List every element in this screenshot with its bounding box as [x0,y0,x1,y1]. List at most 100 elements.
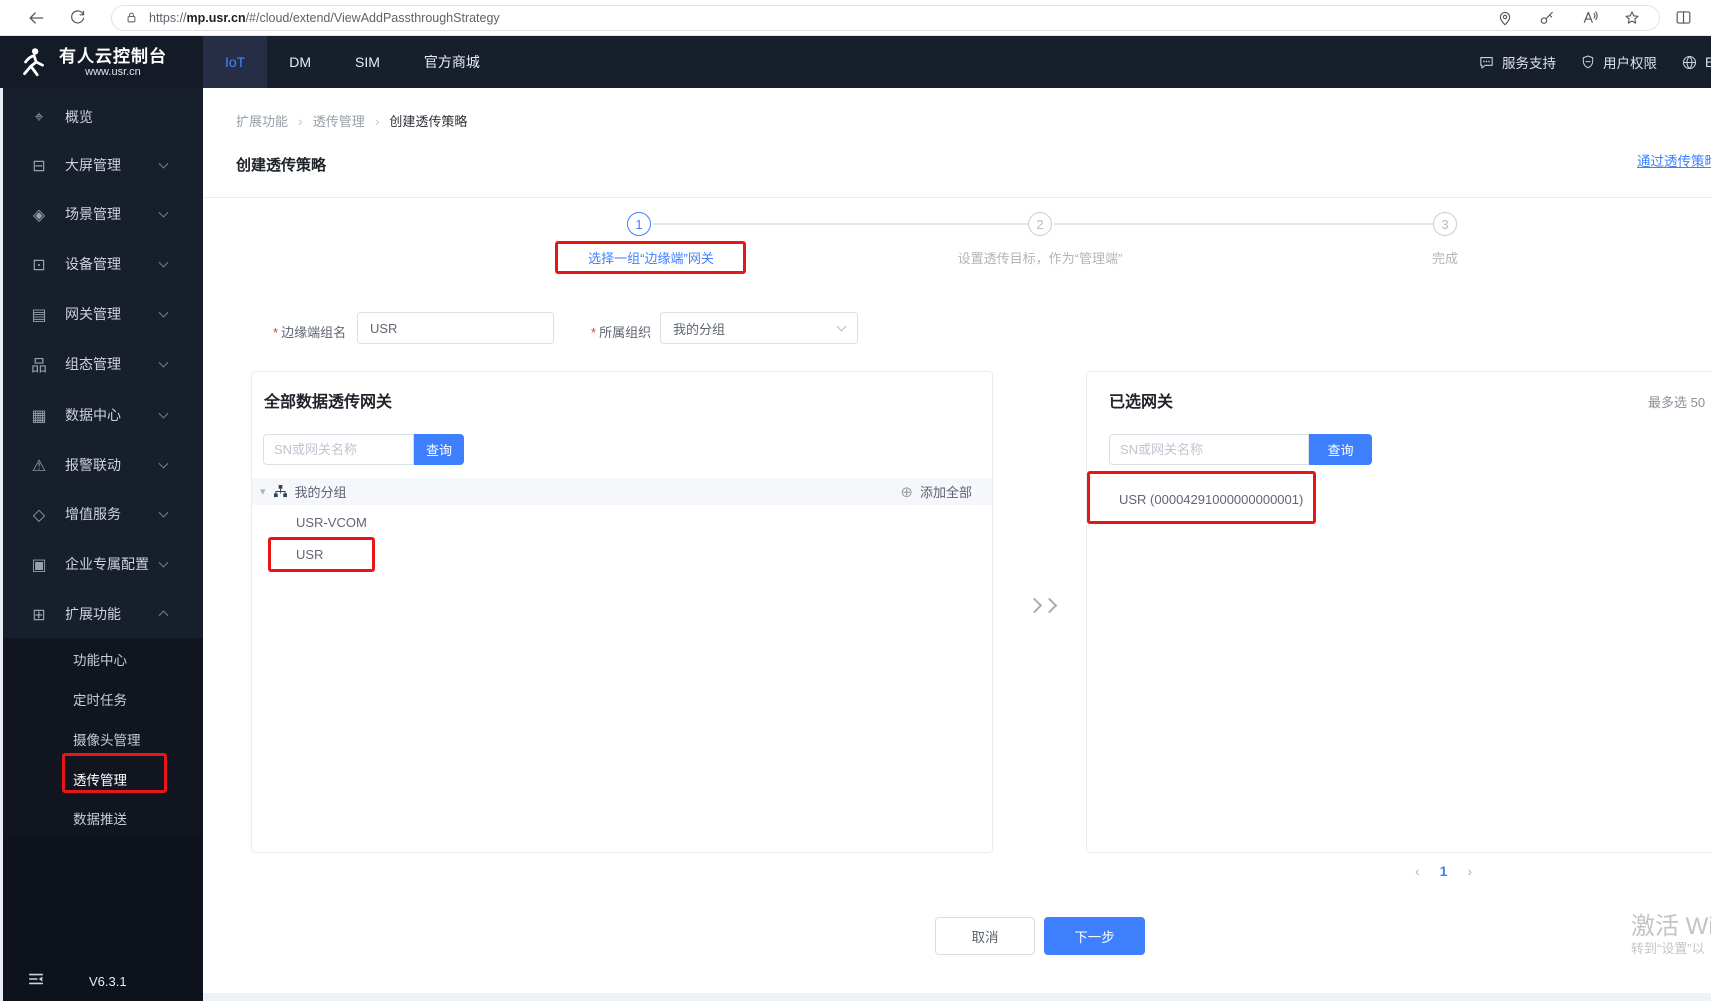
org-select[interactable]: 我的分组 [660,312,858,344]
chevron-down-icon [158,307,169,318]
back-icon[interactable] [26,8,46,28]
chevron-down-icon [158,507,169,518]
location-pin-icon[interactable] [1496,9,1514,27]
selected-gateways-panel: 已选网关 最多选 50 查询 USR (00004291000000000001… [1086,371,1711,853]
chevron-down-icon [158,158,169,169]
favorites-star-icon[interactable] [1623,9,1641,27]
submenu-item-passthrough[interactable]: 透传管理 [3,759,203,799]
step-1-label: 选择一组“边缘端”网关 [588,251,714,266]
gateway-item-usr-vcom[interactable]: USR-VCOM [296,515,367,530]
collapse-sidebar-icon[interactable] [27,971,45,987]
tab-sim[interactable]: SIM [333,36,402,88]
gateway-group-name: 我的分组 [294,485,347,500]
help-link[interactable]: 通过透传策略 [1637,150,1711,170]
scene-icon: ◈ [32,204,46,224]
edge-group-name-label: * 边缘端组名 [273,325,347,340]
org-label: * 所属组织 [591,325,652,340]
add-all-button[interactable]: ⊕ 添加全部 [900,478,972,505]
chevron-down-icon [158,257,169,268]
gateway-item-usr[interactable]: USR [296,547,323,562]
address-bar[interactable]: https://mp.usr.cn/#/cloud/extend/ViewAdd… [111,4,1660,31]
breadcrumb-current: 创建透传策略 [389,114,468,129]
tab-iot[interactable]: IoT [203,36,268,88]
gateway-group-row[interactable]: ▾ 我的分组 [252,478,992,505]
sidebar: ⌖ 概览 ⊟ 大屏管理 ◈ 场景管理 ⊡ 设备管理 ▤ 网关管理 品组态管理 ▦ 数据中心 … [0,88,203,1001]
pagination: ‹ 1 › [1415,863,1472,879]
breadcrumb-extend[interactable]: 扩展功能 [236,111,288,130]
read-aloud-icon[interactable] [1580,8,1599,27]
main-content: 扩展功能 › 透传管理 › 创建透传策略 创建透传策略 通过透传策略 1 2 3… [203,88,1711,1001]
language-switch[interactable]: Eng [1681,54,1711,71]
app-version: V6.3.1 [89,974,127,989]
windows-activation-watermark: 激活 Win [1631,913,1711,940]
sidebar-item-vas[interactable]: ◇ 增值服务 [3,489,203,539]
submenu-item-camera[interactable]: 摄像头管理 [3,719,203,759]
pagination-prev-icon[interactable]: ‹ [1415,863,1420,879]
sidebar-item-bigscreen[interactable]: ⊟ 大屏管理 [3,140,203,190]
step-connector [653,223,1029,225]
selected-gateway-item[interactable]: USR (00004291000000000001) [1119,492,1303,507]
windows-activation-hint: 转到“设置”以 [1631,941,1705,956]
gateway-search-button[interactable]: 查询 [414,434,464,465]
sidebar-item-extend[interactable]: ⊞ 扩展功能 [3,589,203,639]
key-icon[interactable] [1538,9,1556,27]
all-gateways-title: 全部数据透传网关 [264,394,393,411]
edge-group-name-input[interactable] [357,312,554,344]
breadcrumb: 扩展功能 › 透传管理 › 创建透传策略 [236,111,467,130]
refresh-icon[interactable] [68,8,87,27]
breadcrumb-passthrough[interactable]: 透传管理 [313,111,365,130]
sidebar-item-gateway[interactable]: ▤ 网关管理 [3,289,203,339]
chevron-down-icon [158,458,169,469]
header-divider [203,197,1711,198]
sidebar-item-device[interactable]: ⊡ 设备管理 [3,239,203,289]
sidebar-item-config[interactable]: 品组态管理 [3,339,203,389]
select-chevron-icon [836,321,847,331]
step-3-circle: 3 [1433,212,1457,236]
split-screen-icon[interactable] [1674,8,1693,27]
device-icon: ⊡ [32,254,46,274]
caret-down-icon[interactable]: ▾ [260,485,266,498]
lock-icon [124,10,139,25]
globe-icon [1681,54,1698,71]
step-2-circle: 2 [1028,212,1052,236]
selected-search-input[interactable] [1109,434,1309,465]
tab-mall[interactable]: 官方商城 [402,36,502,88]
logo-title: 有人云控制台 [59,46,167,66]
transfer-chevrons-icon[interactable] [1026,597,1058,614]
bigscreen-icon: ⊟ [32,155,46,175]
url-text: https://mp.usr.cn/#/cloud/extend/ViewAdd… [149,10,500,25]
service-support[interactable]: 服务支持 [1478,52,1556,72]
chevron-up-icon [158,610,169,621]
datacenter-icon: ▦ [31,405,47,425]
next-step-button[interactable]: 下一步 [1044,917,1145,955]
submenu-item-data-push[interactable]: 数据推送 [3,798,203,838]
step-1-circle: 1 [627,212,651,236]
pagination-page-1[interactable]: 1 [1440,863,1448,879]
sidebar-item-alarm[interactable]: ⚠ 报警联动 [3,440,203,490]
submenu-item-timed-task[interactable]: 定时任务 [3,679,203,719]
pagination-next-icon[interactable]: › [1467,863,1472,879]
user-permission[interactable]: 用户权限 [1580,52,1657,72]
add-all-plus-icon: ⊕ [900,483,913,501]
vas-icon: ◇ [32,504,46,524]
selected-gateways-title: 已选网关 [1109,394,1174,411]
extend-submenu: 功能中心 定时任务 摄像头管理 透传管理 数据推送 [3,638,203,838]
all-gateways-panel: 全部数据透传网关 查询 ▾ 我的分组 ⊕ 添加全部 USR-VCOM USR [251,371,993,853]
step-connector [1054,223,1434,225]
sidebar-item-overview[interactable]: ⌖ 概览 [3,92,203,142]
cancel-button[interactable]: 取消 [935,917,1035,955]
sidebar-item-datacenter[interactable]: ▦ 数据中心 [3,390,203,440]
sidebar-item-scene[interactable]: ◈ 场景管理 [3,189,203,239]
selected-search-button[interactable]: 查询 [1309,434,1372,465]
logo[interactable]: 有人云控制台 www.usr.cn [0,36,203,88]
overview-icon: ⌖ [34,107,44,126]
breadcrumb-separator: › [374,112,380,129]
tab-dm[interactable]: DM [267,36,333,88]
gateway-search-input[interactable] [263,434,414,465]
browser-toolbar: https://mp.usr.cn/#/cloud/extend/ViewAdd… [0,0,1711,36]
enterprise-icon: ▣ [31,554,47,574]
breadcrumb-separator: › [298,112,303,129]
sidebar-item-enterprise[interactable]: ▣ 企业专属配置 [3,539,203,589]
chevron-down-icon [158,207,169,218]
submenu-item-function-center[interactable]: 功能中心 [3,639,203,679]
